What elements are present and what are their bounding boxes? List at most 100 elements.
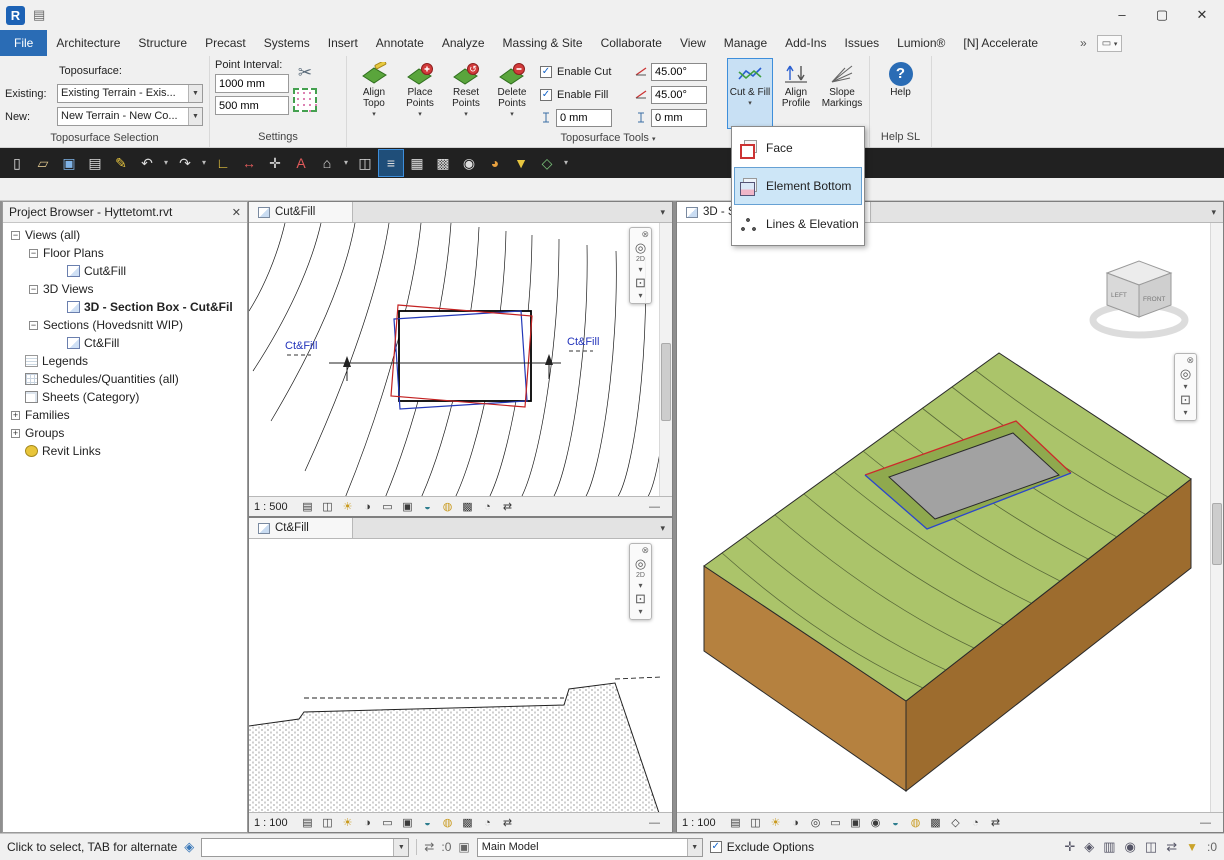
chevron-down-icon[interactable]: ▾ xyxy=(638,581,642,590)
point-grid-icon[interactable] xyxy=(293,88,317,112)
fill-offset-input[interactable] xyxy=(651,109,707,127)
close-hidden-windows-icon[interactable]: ▦ xyxy=(405,150,429,176)
tab-overflow-icon[interactable]: » xyxy=(1080,36,1087,50)
tree-item[interactable]: Legends xyxy=(3,352,247,370)
ribbon-tab[interactable]: Annotate xyxy=(367,30,433,56)
tree-item[interactable]: Revit Links xyxy=(3,442,247,460)
ribbon-tab[interactable]: Analyze xyxy=(433,30,494,56)
maximize-button[interactable]: ▢ xyxy=(1146,3,1178,27)
ribbon-tab[interactable]: View xyxy=(671,30,715,56)
redo-caret-icon[interactable]: ▾ xyxy=(199,150,209,176)
tree-item[interactable]: Ct&Fill xyxy=(3,334,247,352)
select-links-icon[interactable]: ◈ xyxy=(1084,839,1094,855)
crop-view-icon[interactable]: ▭ xyxy=(379,815,396,831)
switch-windows-icon[interactable]: ▩ xyxy=(431,150,455,176)
new-terrain-select[interactable]: New Terrain - New Co...▼ xyxy=(57,107,203,126)
section-icon[interactable]: ◫ xyxy=(353,150,377,176)
tree-expander-icon[interactable]: − xyxy=(29,321,38,330)
menu-item[interactable]: Element Bottom xyxy=(734,167,862,205)
tree-item[interactable]: − Views (all) xyxy=(3,226,247,244)
steering-wheel-icon[interactable]: ◎ xyxy=(635,556,646,571)
tree-item[interactable]: 3D - Section Box - Cut&Fil xyxy=(3,298,247,316)
ribbon-tab[interactable]: Insert xyxy=(319,30,367,56)
point-interval-secondary-input[interactable] xyxy=(215,96,289,115)
ribbon-tab[interactable]: [N] Accelerate xyxy=(954,30,1047,56)
measure-icon[interactable]: ∟ xyxy=(211,150,235,176)
existing-terrain-select[interactable]: Existing Terrain - Exis...▼ xyxy=(57,84,203,103)
minimize-button[interactable]: – xyxy=(1106,3,1138,27)
text-icon[interactable]: A xyxy=(289,150,313,176)
ribbon-tab[interactable]: File xyxy=(0,30,47,56)
steering-wheel-icon[interactable]: ◎ xyxy=(635,240,646,255)
save-icon[interactable]: ▣ xyxy=(57,150,81,176)
exclude-options-row[interactable]: Exclude Options xyxy=(710,840,814,854)
ribbon-tab[interactable]: Architecture xyxy=(47,30,129,56)
enable-cut-checkbox[interactable] xyxy=(540,66,552,78)
split-surface-icon[interactable]: ✂ xyxy=(298,60,312,86)
panel-label[interactable]: Help SL xyxy=(870,130,931,147)
align-topo-button[interactable]: Align Topo▾ xyxy=(352,59,396,128)
show-crop-icon[interactable]: ▣ xyxy=(847,815,864,831)
shadows-icon[interactable]: ◑ xyxy=(787,815,804,831)
temporary-hide-icon[interactable]: ◒ xyxy=(887,815,904,831)
tree-expander-icon[interactable]: − xyxy=(29,249,38,258)
thin-lines-icon[interactable]: ≡ xyxy=(379,150,403,176)
analytical-model-icon[interactable]: ◇ xyxy=(947,815,964,831)
tree-item[interactable]: + Groups xyxy=(3,424,247,442)
reveal-constraints-icon[interactable]: ⇄ xyxy=(499,499,516,515)
app-icon[interactable]: R xyxy=(6,6,25,25)
shadows-icon[interactable]: ◑ xyxy=(359,499,376,515)
window-menu-icon[interactable]: ▾ xyxy=(1204,207,1223,218)
panel-label[interactable]: Settings xyxy=(210,130,346,147)
navbar-close-icon[interactable]: ⊗ xyxy=(641,229,649,239)
scrollbar-thumb[interactable] xyxy=(1212,503,1222,565)
fill-angle-input[interactable] xyxy=(651,86,707,104)
select-by-face-icon[interactable]: ◫ xyxy=(1145,839,1157,855)
navbar-close-icon[interactable]: ⊗ xyxy=(1186,355,1194,365)
status-toggle-icon[interactable]: ◈ xyxy=(184,839,194,855)
default-3d-view-icon[interactable]: ⌂ xyxy=(315,150,339,176)
viewcube[interactable]: LEFT FRONT xyxy=(1093,261,1185,335)
visual-style-icon[interactable]: ◫ xyxy=(319,815,336,831)
enable-fill-row[interactable]: Enable Fill xyxy=(540,89,635,101)
workplane-icon[interactable]: ◇ xyxy=(535,150,559,176)
filter-funnel-icon[interactable]: ▼ xyxy=(509,150,533,176)
qat-menu-icon[interactable]: ▾ xyxy=(561,150,571,176)
selection-filter-icon[interactable]: ▼ xyxy=(1186,840,1198,854)
section-canvas[interactable]: ⊗ ◎ 2D ▾ ⊡ ▾ xyxy=(249,539,672,812)
crop-view-icon[interactable]: ▭ xyxy=(827,815,844,831)
vertical-scrollbar[interactable] xyxy=(1210,223,1223,812)
chevron-down-icon[interactable]: ▾ xyxy=(638,607,642,616)
temporary-hide-icon[interactable]: ◒ xyxy=(419,815,436,831)
tree-item[interactable]: Cut&Fill xyxy=(3,262,247,280)
window-menu-icon[interactable]: ▾ xyxy=(653,523,672,534)
chevron-down-icon[interactable]: ▾ xyxy=(638,265,642,274)
exclude-options-checkbox[interactable] xyxy=(710,841,722,853)
detail-level-icon[interactable]: ▤ xyxy=(299,815,316,831)
new-file-icon[interactable]: ▯ xyxy=(5,150,29,176)
undo-icon[interactable]: ↶ xyxy=(135,150,159,176)
reveal-hidden-icon[interactable]: ◍ xyxy=(439,815,456,831)
ribbon-display-toggle[interactable]: ▭ ▾ xyxy=(1097,35,1123,52)
zoom-tool-icon[interactable]: ⊡ xyxy=(635,591,646,606)
menu-item[interactable]: Face xyxy=(734,129,862,167)
select-pinned-icon[interactable]: ◉ xyxy=(1125,839,1136,855)
move-icon[interactable]: ✛ xyxy=(263,150,287,176)
enable-fill-checkbox[interactable] xyxy=(540,89,552,101)
collapse-bar-icon[interactable]: — xyxy=(646,499,663,515)
ribbon-tab[interactable]: Systems xyxy=(255,30,319,56)
press-drag-icon[interactable]: ✛ xyxy=(1064,839,1075,855)
reveal-constraints-icon[interactable]: ⇄ xyxy=(987,815,1004,831)
reset-points-button[interactable]: ↺ Reset Points▾ xyxy=(444,59,488,128)
close-button[interactable]: ✕ xyxy=(1186,3,1218,27)
collapse-bar-icon[interactable]: — xyxy=(646,815,663,831)
dimension-icon[interactable]: ↔ xyxy=(237,150,261,176)
scale-button[interactable]: 1 : 500 xyxy=(254,501,296,513)
chevron-down-icon[interactable]: ▾ xyxy=(1183,382,1187,391)
zoom-tool-icon[interactable]: ⊡ xyxy=(1180,392,1191,407)
vertical-scrollbar[interactable] xyxy=(659,223,672,496)
tree-expander-icon[interactable]: + xyxy=(11,429,20,438)
temporary-view-properties-icon[interactable]: ▩ xyxy=(459,815,476,831)
temporary-view-properties-icon[interactable]: ▩ xyxy=(459,499,476,515)
navbar-close-icon[interactable]: ⊗ xyxy=(641,545,649,555)
